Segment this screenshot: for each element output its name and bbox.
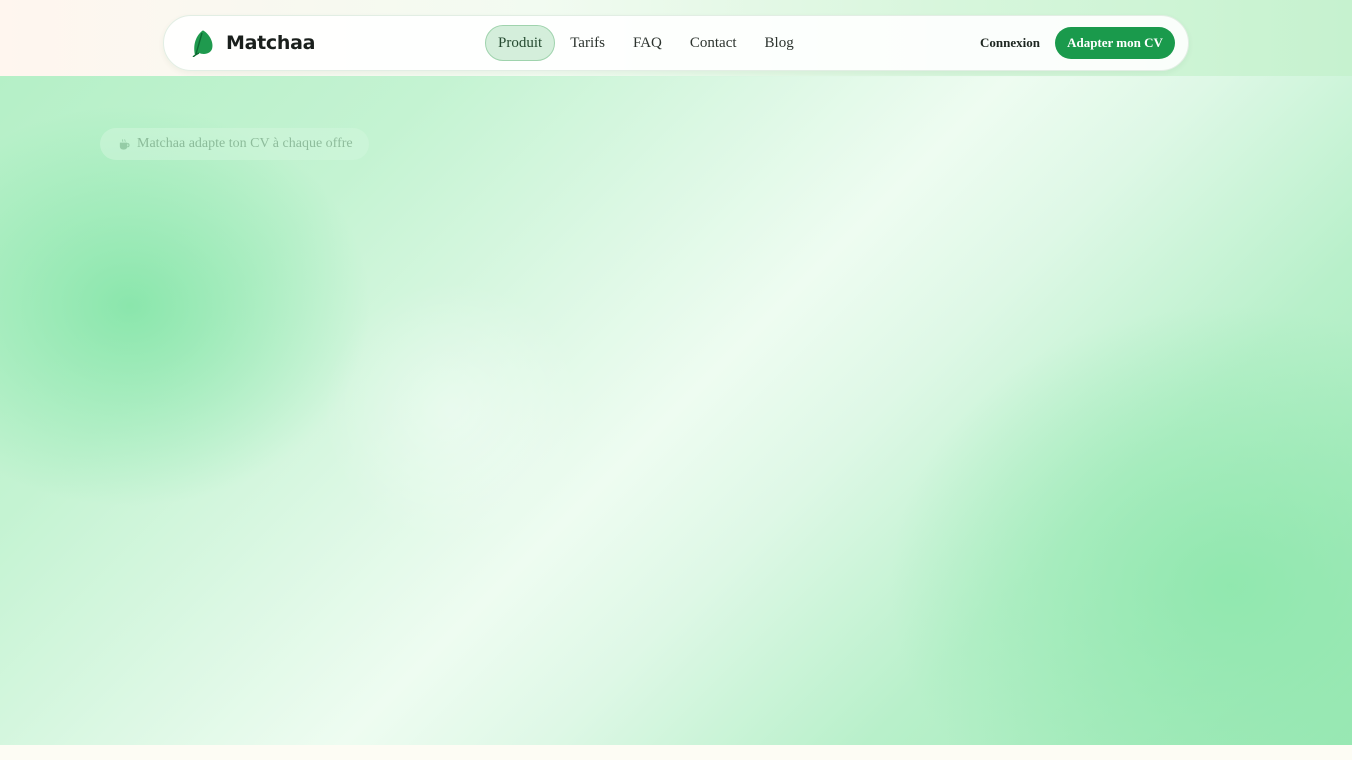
logo-text: Matchaa xyxy=(226,32,316,54)
nav-item-faq[interactable]: FAQ xyxy=(620,25,675,61)
nav-item-contact[interactable]: Contact xyxy=(677,25,750,61)
nav-links: Produit Tarifs FAQ Contact Blog xyxy=(485,25,809,61)
tea-cup-icon xyxy=(119,138,130,150)
nav-item-tarifs[interactable]: Tarifs xyxy=(557,25,618,61)
page-footer-edge xyxy=(0,745,1352,760)
hero-section xyxy=(0,76,1352,745)
navbar: Matchaa Produit Tarifs FAQ Contact Blog … xyxy=(163,15,1189,71)
login-link[interactable]: Connexion xyxy=(980,35,1040,51)
page: Matchaa Produit Tarifs FAQ Contact Blog … xyxy=(0,0,1352,760)
adapt-cv-button[interactable]: Adapter mon CV xyxy=(1055,27,1175,59)
nav-item-produit[interactable]: Produit xyxy=(485,25,556,61)
logo-link[interactable]: Matchaa xyxy=(192,26,315,60)
hero-badge-text: Matchaa adapte ton CV à chaque offre xyxy=(137,136,353,151)
hero-badge: Matchaa adapte ton CV à chaque offre xyxy=(100,128,369,160)
nav-item-blog[interactable]: Blog xyxy=(752,25,807,61)
leaf-icon xyxy=(192,30,213,57)
